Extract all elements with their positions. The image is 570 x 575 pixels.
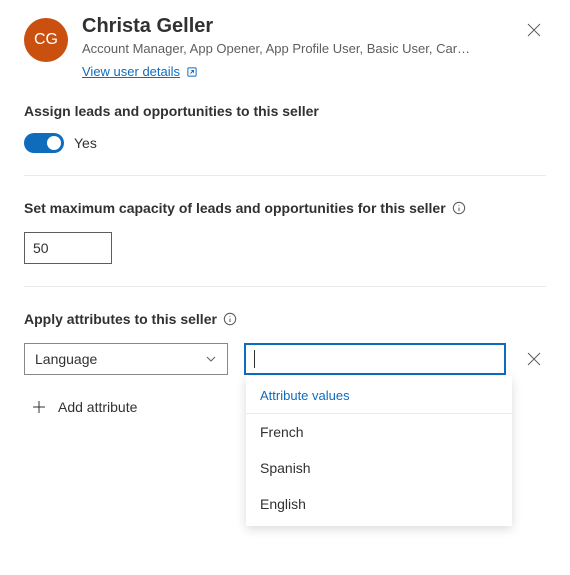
assign-toggle[interactable]: [24, 133, 64, 153]
close-icon: [527, 352, 541, 366]
attribute-values-dropdown: Attribute values French Spanish English: [246, 376, 512, 526]
dropdown-option[interactable]: English: [246, 486, 512, 522]
attribute-key-value: Language: [35, 351, 97, 367]
assign-toggle-value: Yes: [74, 135, 97, 151]
capacity-section: Set maximum capacity of leads and opport…: [24, 200, 546, 264]
text-cursor: [254, 350, 255, 368]
info-icon[interactable]: [452, 201, 466, 215]
attributes-label: Apply attributes to this seller: [24, 311, 217, 327]
attributes-section: Apply attributes to this seller Language: [24, 311, 546, 417]
user-info: Christa Geller Account Manager, App Open…: [82, 14, 546, 79]
info-icon[interactable]: [223, 312, 237, 326]
divider: [24, 286, 546, 287]
assign-section: Assign leads and opportunities to this s…: [24, 103, 546, 153]
dropdown-option[interactable]: French: [246, 414, 512, 450]
capacity-input[interactable]: [24, 232, 112, 264]
attribute-row: Language Attribute values: [24, 343, 546, 375]
close-icon: [527, 23, 541, 37]
close-button[interactable]: [518, 14, 550, 46]
add-attribute-label: Add attribute: [58, 399, 137, 415]
dropdown-header: Attribute values: [246, 376, 512, 414]
plus-icon: [32, 400, 46, 414]
add-attribute-button[interactable]: Add attribute: [32, 399, 137, 415]
view-user-details-label: View user details: [82, 64, 180, 79]
divider: [24, 175, 546, 176]
user-roles: Account Manager, App Opener, App Profile…: [82, 40, 512, 58]
view-user-details-link[interactable]: View user details: [82, 64, 198, 79]
avatar: CG: [24, 18, 68, 62]
remove-attribute-button[interactable]: [522, 347, 546, 371]
attribute-value-input[interactable]: [244, 343, 507, 375]
capacity-label: Set maximum capacity of leads and opport…: [24, 200, 446, 216]
attribute-key-select[interactable]: Language: [24, 343, 228, 375]
chevron-down-icon: [205, 353, 217, 365]
dropdown-option[interactable]: Spanish: [246, 450, 512, 486]
panel-header: CG Christa Geller Account Manager, App O…: [24, 14, 546, 79]
assign-label: Assign leads and opportunities to this s…: [24, 103, 546, 119]
user-name: Christa Geller: [82, 14, 546, 38]
open-external-icon: [186, 66, 198, 78]
